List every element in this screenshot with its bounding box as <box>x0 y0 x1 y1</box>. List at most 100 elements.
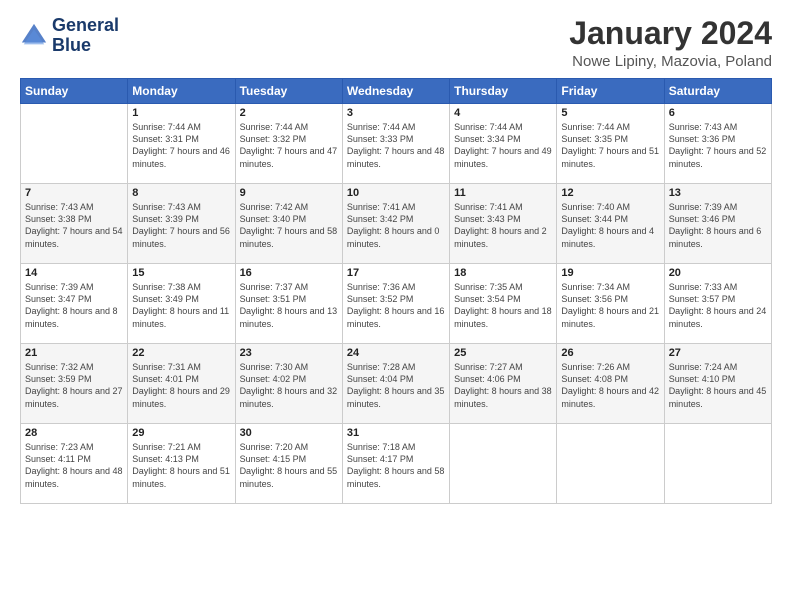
day-number: 29 <box>132 427 230 439</box>
table-row: 9Sunrise: 7:42 AMSunset: 3:40 PMDaylight… <box>235 184 342 264</box>
table-row: 21 Sunrise: 7:32 AMSunset: 3:59 PMDayligh… <box>21 344 128 424</box>
cell-info: Sunrise: 7:34 AMSunset: 3:56 PMDaylight:… <box>561 281 659 330</box>
table-row: 17Sunrise: 7:36 AMSunset: 3:52 PMDayligh… <box>342 264 449 344</box>
table-row: 16Sunrise: 7:37 AMSunset: 3:51 PMDayligh… <box>235 264 342 344</box>
day-number: 24 <box>347 347 445 359</box>
cell-info: Sunrise: 7:39 AMSunset: 3:46 PMDaylight:… <box>669 201 767 250</box>
day-number: 17 <box>347 267 445 279</box>
calendar-table: Sunday Monday Tuesday Wednesday Thursday… <box>20 78 772 504</box>
table-row: 11 Sunrise: 7:41 AMSunset: 3:43 PMDayligh… <box>450 184 557 264</box>
day-number: 6 <box>669 107 767 119</box>
table-row: 26 Sunrise: 7:26 AMSunset: 4:08 PMDayligh… <box>557 344 664 424</box>
title-block: January 2024 Nowe Lipiny, Mazovia, Polan… <box>569 16 772 70</box>
day-number: 14 <box>25 267 123 279</box>
table-row: 30 Sunrise: 7:20 AMSunset: 4:15 PMDayligh… <box>235 424 342 504</box>
cell-info: Sunrise: 7:21 AMSunset: 4:13 PMDaylight:… <box>132 441 230 490</box>
table-row: 24Sunrise: 7:28 AMSunset: 4:04 PMDayligh… <box>342 344 449 424</box>
cell-info: Sunrise: 7:44 AMSunset: 3:32 PMDaylight:… <box>240 121 338 170</box>
week-row-0: 1 Sunrise: 7:44 AMSunset: 3:31 PMDaylight… <box>21 104 772 184</box>
table-row: 19Sunrise: 7:34 AMSunset: 3:56 PMDayligh… <box>557 264 664 344</box>
day-number: 30 <box>240 427 338 439</box>
day-number: 26 <box>561 347 659 359</box>
table-row: 28 Sunrise: 7:23 AMSunset: 4:11 PMDayligh… <box>21 424 128 504</box>
day-number: 21 <box>25 347 123 359</box>
table-row: 27 Sunrise: 7:24 AMSunset: 4:10 PMDayligh… <box>664 344 771 424</box>
table-row: 6 Sunrise: 7:43 AMSunset: 3:36 PMDaylight… <box>664 104 771 184</box>
day-number: 11 <box>454 187 552 199</box>
table-row: 12 Sunrise: 7:40 AMSunset: 3:44 PMDayligh… <box>557 184 664 264</box>
week-row-2: 14 Sunrise: 7:39 AMSunset: 3:47 PMDayligh… <box>21 264 772 344</box>
day-number: 15 <box>132 267 230 279</box>
table-row: 1 Sunrise: 7:44 AMSunset: 3:31 PMDaylight… <box>128 104 235 184</box>
table-row: 3Sunrise: 7:44 AMSunset: 3:33 PMDaylight… <box>342 104 449 184</box>
cell-info: Sunrise: 7:41 AMSunset: 3:43 PMDaylight:… <box>454 201 552 250</box>
day-number: 18 <box>454 267 552 279</box>
table-row: 7 Sunrise: 7:43 AMSunset: 3:38 PMDaylight… <box>21 184 128 264</box>
day-number: 20 <box>669 267 767 279</box>
table-row: 10 Sunrise: 7:41 AMSunset: 3:42 PMDayligh… <box>342 184 449 264</box>
cell-info: Sunrise: 7:43 AMSunset: 3:36 PMDaylight:… <box>669 121 767 170</box>
cell-info: Sunrise: 7:31 AMSunset: 4:01 PMDaylight:… <box>132 361 230 410</box>
table-row: 13Sunrise: 7:39 AMSunset: 3:46 PMDayligh… <box>664 184 771 264</box>
day-number: 10 <box>347 187 445 199</box>
cell-info: Sunrise: 7:39 AMSunset: 3:47 PMDaylight:… <box>25 281 123 330</box>
table-row: 22Sunrise: 7:31 AMSunset: 4:01 PMDayligh… <box>128 344 235 424</box>
table-row <box>450 424 557 504</box>
day-number: 31 <box>347 427 445 439</box>
logo: General Blue <box>20 16 119 56</box>
day-number: 8 <box>132 187 230 199</box>
week-row-3: 21 Sunrise: 7:32 AMSunset: 3:59 PMDayligh… <box>21 344 772 424</box>
day-number: 7 <box>25 187 123 199</box>
table-row <box>664 424 771 504</box>
col-friday: Friday <box>557 79 664 104</box>
day-number: 23 <box>240 347 338 359</box>
logo-text: General Blue <box>52 16 119 56</box>
cell-info: Sunrise: 7:32 AMSunset: 3:59 PMDaylight:… <box>25 361 123 410</box>
day-number: 12 <box>561 187 659 199</box>
cell-info: Sunrise: 7:26 AMSunset: 4:08 PMDaylight:… <box>561 361 659 410</box>
week-row-1: 7 Sunrise: 7:43 AMSunset: 3:38 PMDaylight… <box>21 184 772 264</box>
cell-info: Sunrise: 7:40 AMSunset: 3:44 PMDaylight:… <box>561 201 659 250</box>
table-row: 31 Sunrise: 7:18 AMSunset: 4:17 PMDayligh… <box>342 424 449 504</box>
day-number: 2 <box>240 107 338 119</box>
cell-info: Sunrise: 7:43 AMSunset: 3:38 PMDaylight:… <box>25 201 123 250</box>
day-number: 25 <box>454 347 552 359</box>
day-number: 1 <box>132 107 230 119</box>
cell-info: Sunrise: 7:18 AMSunset: 4:17 PMDaylight:… <box>347 441 445 490</box>
day-number: 9 <box>240 187 338 199</box>
logo-line1: General <box>52 16 119 36</box>
cell-info: Sunrise: 7:27 AMSunset: 4:06 PMDaylight:… <box>454 361 552 410</box>
cell-info: Sunrise: 7:44 AMSunset: 3:31 PMDaylight:… <box>132 121 230 170</box>
col-sunday: Sunday <box>21 79 128 104</box>
cell-info: Sunrise: 7:23 AMSunset: 4:11 PMDaylight:… <box>25 441 123 490</box>
table-row <box>557 424 664 504</box>
week-row-4: 28 Sunrise: 7:23 AMSunset: 4:11 PMDayligh… <box>21 424 772 504</box>
table-row: 2 Sunrise: 7:44 AMSunset: 3:32 PMDaylight… <box>235 104 342 184</box>
table-row <box>21 104 128 184</box>
day-number: 28 <box>25 427 123 439</box>
table-row: 5Sunrise: 7:44 AMSunset: 3:35 PMDaylight… <box>557 104 664 184</box>
day-number: 16 <box>240 267 338 279</box>
day-number: 27 <box>669 347 767 359</box>
cell-info: Sunrise: 7:41 AMSunset: 3:42 PMDaylight:… <box>347 201 445 250</box>
table-row: 23Sunrise: 7:30 AMSunset: 4:02 PMDayligh… <box>235 344 342 424</box>
calendar-subtitle: Nowe Lipiny, Mazovia, Poland <box>569 53 772 70</box>
table-row: 29 Sunrise: 7:21 AMSunset: 4:13 PMDayligh… <box>128 424 235 504</box>
page: General Blue January 2024 Nowe Lipiny, M… <box>0 0 792 612</box>
table-row: 8Sunrise: 7:43 AMSunset: 3:39 PMDaylight… <box>128 184 235 264</box>
col-wednesday: Wednesday <box>342 79 449 104</box>
table-row: 25 Sunrise: 7:27 AMSunset: 4:06 PMDayligh… <box>450 344 557 424</box>
day-number: 3 <box>347 107 445 119</box>
cell-info: Sunrise: 7:24 AMSunset: 4:10 PMDaylight:… <box>669 361 767 410</box>
cell-info: Sunrise: 7:44 AMSunset: 3:34 PMDaylight:… <box>454 121 552 170</box>
cell-info: Sunrise: 7:20 AMSunset: 4:15 PMDaylight:… <box>240 441 338 490</box>
day-number: 5 <box>561 107 659 119</box>
table-row: 15 Sunrise: 7:38 AMSunset: 3:49 PMDayligh… <box>128 264 235 344</box>
table-row: 14 Sunrise: 7:39 AMSunset: 3:47 PMDayligh… <box>21 264 128 344</box>
cell-info: Sunrise: 7:35 AMSunset: 3:54 PMDaylight:… <box>454 281 552 330</box>
logo-icon <box>20 22 48 50</box>
cell-info: Sunrise: 7:38 AMSunset: 3:49 PMDaylight:… <box>132 281 230 330</box>
day-number: 4 <box>454 107 552 119</box>
col-monday: Monday <box>128 79 235 104</box>
cell-info: Sunrise: 7:33 AMSunset: 3:57 PMDaylight:… <box>669 281 767 330</box>
